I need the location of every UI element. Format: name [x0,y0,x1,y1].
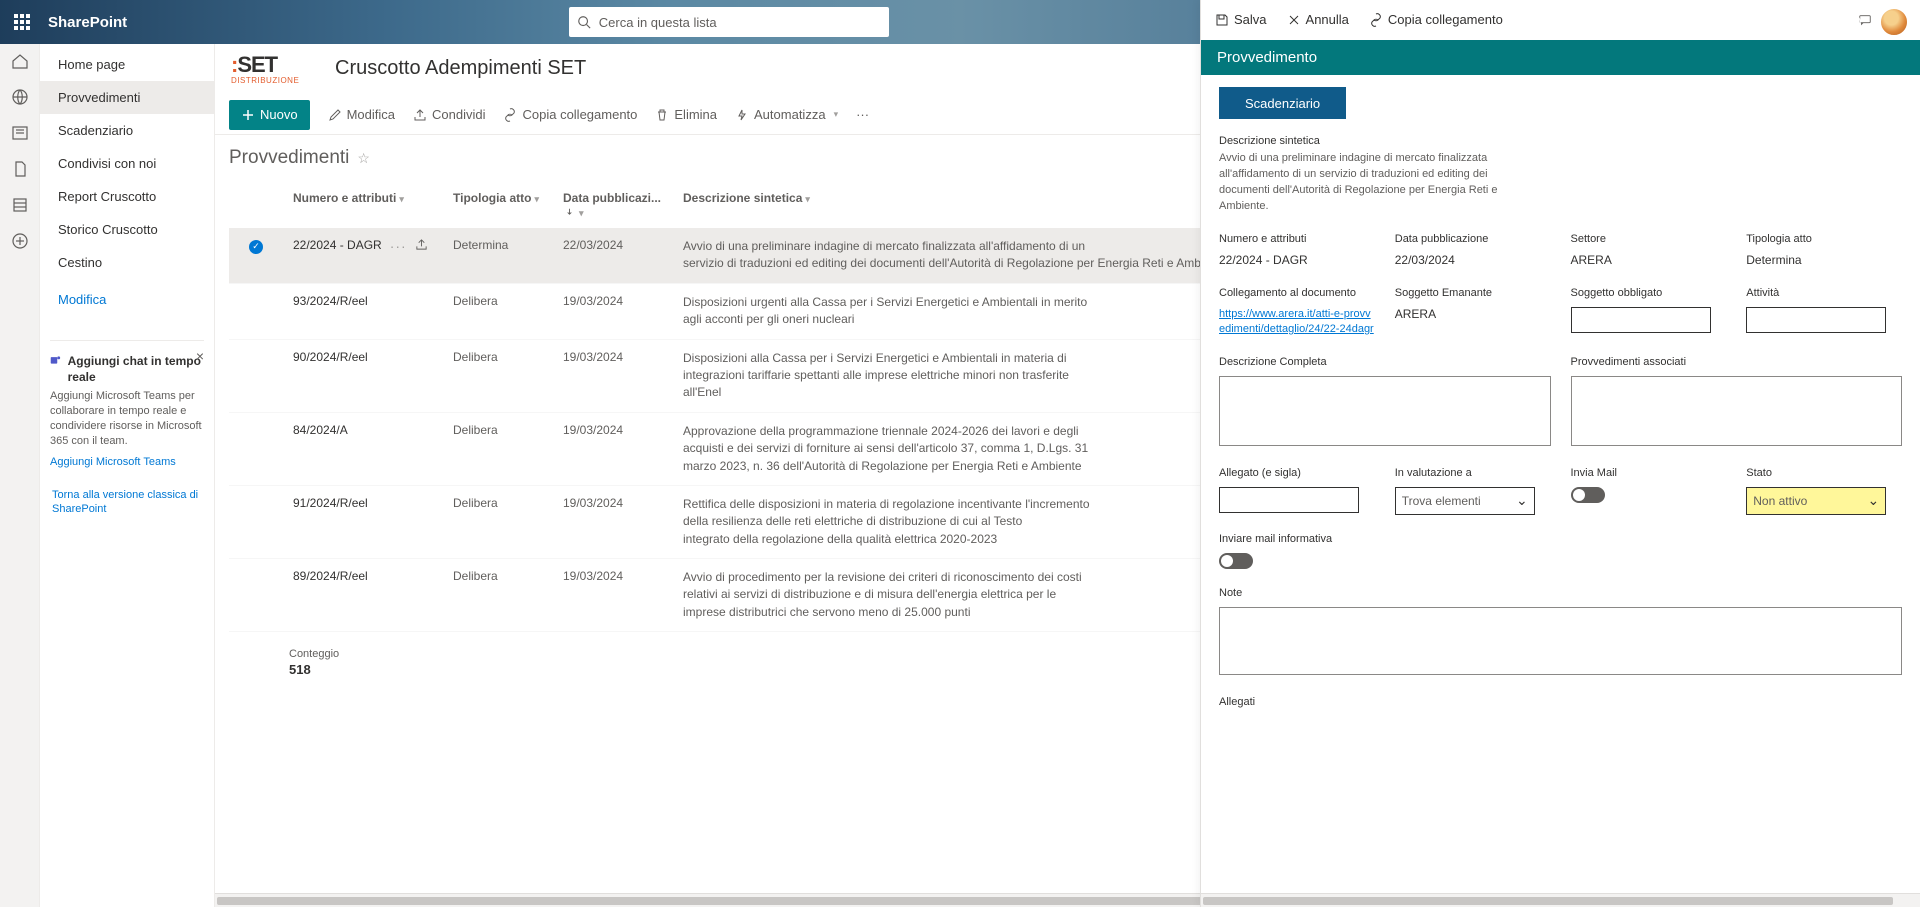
search-box[interactable]: Cerca in questa lista [569,7,889,37]
promo-title: Aggiungi chat in tempo reale [68,353,204,385]
soggetto-obbligato-input[interactable] [1571,307,1711,333]
in-valutazione-combo[interactable]: Trova elementi⌄ [1395,487,1535,515]
selected-icon: ✓ [249,240,263,254]
more-button[interactable]: ··· [856,107,869,122]
cancel-button[interactable]: Annulla [1287,12,1349,27]
row-more-icon[interactable]: ··· [390,238,407,254]
tipologia-value: Determina [1746,253,1902,267]
megaphone-icon[interactable] [1772,13,1790,31]
promo-link[interactable]: Aggiungi Microsoft Teams [50,455,204,470]
details-panel: Salva Annulla Copia collegamento Provved… [1200,0,1920,907]
settore-value: ARERA [1571,253,1727,267]
col-numero[interactable]: Numero e attributi▾ [285,191,445,219]
data-value: 22/03/2024 [1395,253,1551,267]
allegati-label: Allegati [1219,696,1902,708]
promo-body: Aggiungi Microsoft Teams per collaborare… [50,389,204,448]
app-launcher[interactable] [0,0,44,44]
sidebar-edit[interactable]: Modifica [40,283,214,316]
gear-icon[interactable] [1808,13,1826,31]
soggetto-emanante-value: ARERA [1395,307,1551,321]
sidebar-item[interactable]: Provvedimenti [40,81,214,114]
suite-title: SharePoint [48,14,127,31]
provvedimenti-associati-input[interactable] [1571,376,1903,446]
automate-button[interactable]: Automatizza▾ [735,107,838,122]
help-icon[interactable] [1844,13,1862,31]
panel-scrollbar[interactable] [1201,893,1920,907]
classic-link[interactable]: Torna alla versione classica di SharePoi… [52,488,202,517]
copylink-button[interactable]: Copia collegamento [503,107,637,122]
teams-icon [50,353,62,367]
sidebar-item[interactable]: Cestino [40,246,214,279]
list-icon[interactable] [11,196,29,214]
edit-button[interactable]: Modifica [328,107,395,122]
save-button[interactable]: Salva [1215,12,1267,27]
site-logo: :SET DISTRIBUZIONE [231,52,307,85]
attivita-input[interactable] [1746,307,1886,333]
stato-combo[interactable]: Non attivo⌄ [1746,487,1886,515]
globe-icon[interactable] [11,88,29,106]
sidebar-item[interactable]: Scadenziario [40,114,214,147]
avatar[interactable] [1880,8,1908,36]
numero-value: 22/2024 - DAGR [1219,253,1375,267]
sidebar-item[interactable]: Condivisi con noi [40,147,214,180]
page-title: Cruscotto Adempimenti SET [335,57,586,80]
search-icon [577,15,591,29]
teams-promo: × Aggiungi chat in tempo reale Aggiungi … [50,340,204,470]
allegato-input[interactable] [1219,487,1359,513]
new-button[interactable]: Nuovo [229,100,310,130]
search-placeholder: Cerca in questa lista [599,15,717,30]
panel-header: Provvedimento [1201,40,1920,75]
row-share-icon[interactable] [415,238,428,254]
descrizione-completa-input[interactable] [1219,376,1551,446]
desc-label: Descrizione sintetica [1219,135,1902,147]
delete-button[interactable]: Elimina [655,107,717,122]
sidebar-item[interactable]: Storico Cruscotto [40,213,214,246]
star-icon[interactable]: ☆ [357,150,370,167]
col-data[interactable]: Data pubblicazi...▾ [555,191,675,219]
left-nav: Home pageProvvedimentiScadenziarioCondiv… [40,44,215,907]
note-input[interactable] [1219,607,1902,675]
invia-mail-toggle[interactable] [1571,487,1605,503]
home-icon[interactable] [11,52,29,70]
document-link[interactable]: https://www.arera.it/atti-e-provvediment… [1219,307,1375,338]
sidebar-item[interactable]: Report Cruscotto [40,180,214,213]
copylink-panel-button[interactable]: Copia collegamento [1369,12,1503,27]
sort-icon [565,207,574,216]
close-icon[interactable]: × [196,347,204,366]
app-rail [0,44,40,907]
files-icon[interactable] [11,160,29,178]
sidebar-item[interactable]: Home page [40,48,214,81]
news-icon[interactable] [11,124,29,142]
share-button[interactable]: Condividi [413,107,485,122]
desc-text: Avvio di una preliminare indagine di mer… [1219,151,1529,215]
inviare-mail-toggle[interactable] [1219,553,1253,569]
col-tipologia[interactable]: Tipologia atto▾ [445,191,555,219]
scadenziario-button[interactable]: Scadenziario [1219,87,1346,119]
plus-icon[interactable] [11,232,29,250]
